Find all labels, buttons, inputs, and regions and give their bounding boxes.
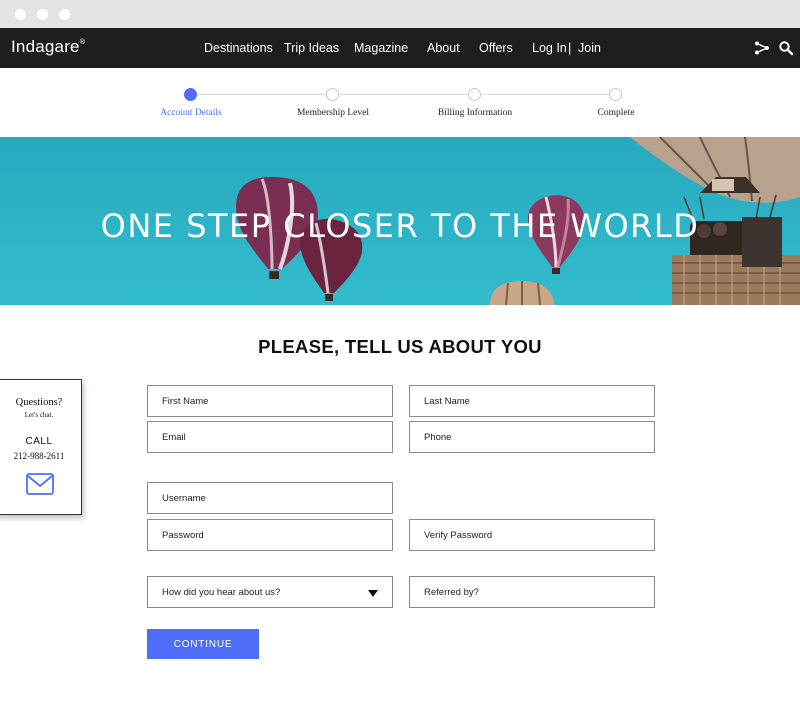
help-widget: Questions? Let's chat. CALL 212-988-2611: [0, 379, 82, 515]
help-chat-link[interactable]: Let's chat.: [0, 411, 81, 419]
step-dot-billing-information: [468, 88, 481, 101]
nav-link-magazine[interactable]: Magazine: [354, 41, 408, 55]
step-connector: [197, 94, 609, 95]
referred-by-input[interactable]: [409, 576, 655, 608]
nav-link-destinations[interactable]: Destinations: [204, 41, 273, 55]
email-input[interactable]: [147, 421, 393, 453]
step-dot-membership-level: [326, 88, 339, 101]
progress-steps: Account Details Membership Level Billing…: [0, 68, 800, 137]
step-label-account-details: Account Details: [160, 108, 222, 118]
nav-link-offers[interactable]: Offers: [479, 41, 513, 55]
help-phone-number[interactable]: 212-988-2611: [0, 451, 81, 461]
window-dot-maximize[interactable]: [59, 9, 70, 20]
help-question: Questions?: [15, 397, 63, 408]
hear-about-select-value: How did you hear about us?: [162, 586, 281, 598]
caret-down-icon: [368, 590, 378, 597]
top-nav: Indagare® Destinations Trip Ideas Magazi…: [0, 28, 800, 68]
step-label-complete: Complete: [597, 108, 635, 118]
browser-chrome: [0, 0, 800, 28]
nav-link-about[interactable]: About: [427, 41, 460, 55]
nav-separator: |: [568, 40, 572, 55]
hero-banner: ONE STEP CLOSER TO THE WORLD: [0, 137, 800, 305]
verify-password-input[interactable]: [409, 519, 655, 551]
search-icon[interactable]: [778, 40, 794, 56]
form-heading: PLEASE, TELL US ABOUT YOU: [258, 336, 542, 357]
first-name-input[interactable]: [147, 385, 393, 417]
phone-input[interactable]: [409, 421, 655, 453]
step-label-billing-information: Billing Information: [437, 108, 513, 118]
share-icon[interactable]: [754, 40, 770, 56]
step-dot-account-details: [184, 88, 197, 101]
hero-title: ONE STEP CLOSER TO THE WORLD: [100, 207, 700, 245]
brand-registered-mark: ®: [79, 39, 86, 46]
nav-link-join[interactable]: Join: [578, 41, 601, 55]
hear-about-select[interactable]: How did you hear about us?: [147, 576, 393, 608]
help-call-label: CALL: [25, 436, 53, 447]
step-dot-complete: [609, 88, 622, 101]
username-input[interactable]: [147, 482, 393, 514]
brand-name: Indagare: [11, 37, 80, 56]
continue-button[interactable]: CONTINUE: [147, 629, 259, 659]
window-dot-close[interactable]: [15, 9, 26, 20]
step-label-membership-level: Membership Level: [296, 108, 370, 118]
last-name-input[interactable]: [409, 385, 655, 417]
window-dot-minimize[interactable]: [37, 9, 48, 20]
brand-logo[interactable]: Indagare®: [11, 37, 85, 57]
password-input[interactable]: [147, 519, 393, 551]
mail-icon[interactable]: [26, 473, 54, 495]
nav-link-trip-ideas[interactable]: Trip Ideas: [284, 41, 339, 55]
nav-link-login[interactable]: Log In: [532, 41, 567, 55]
